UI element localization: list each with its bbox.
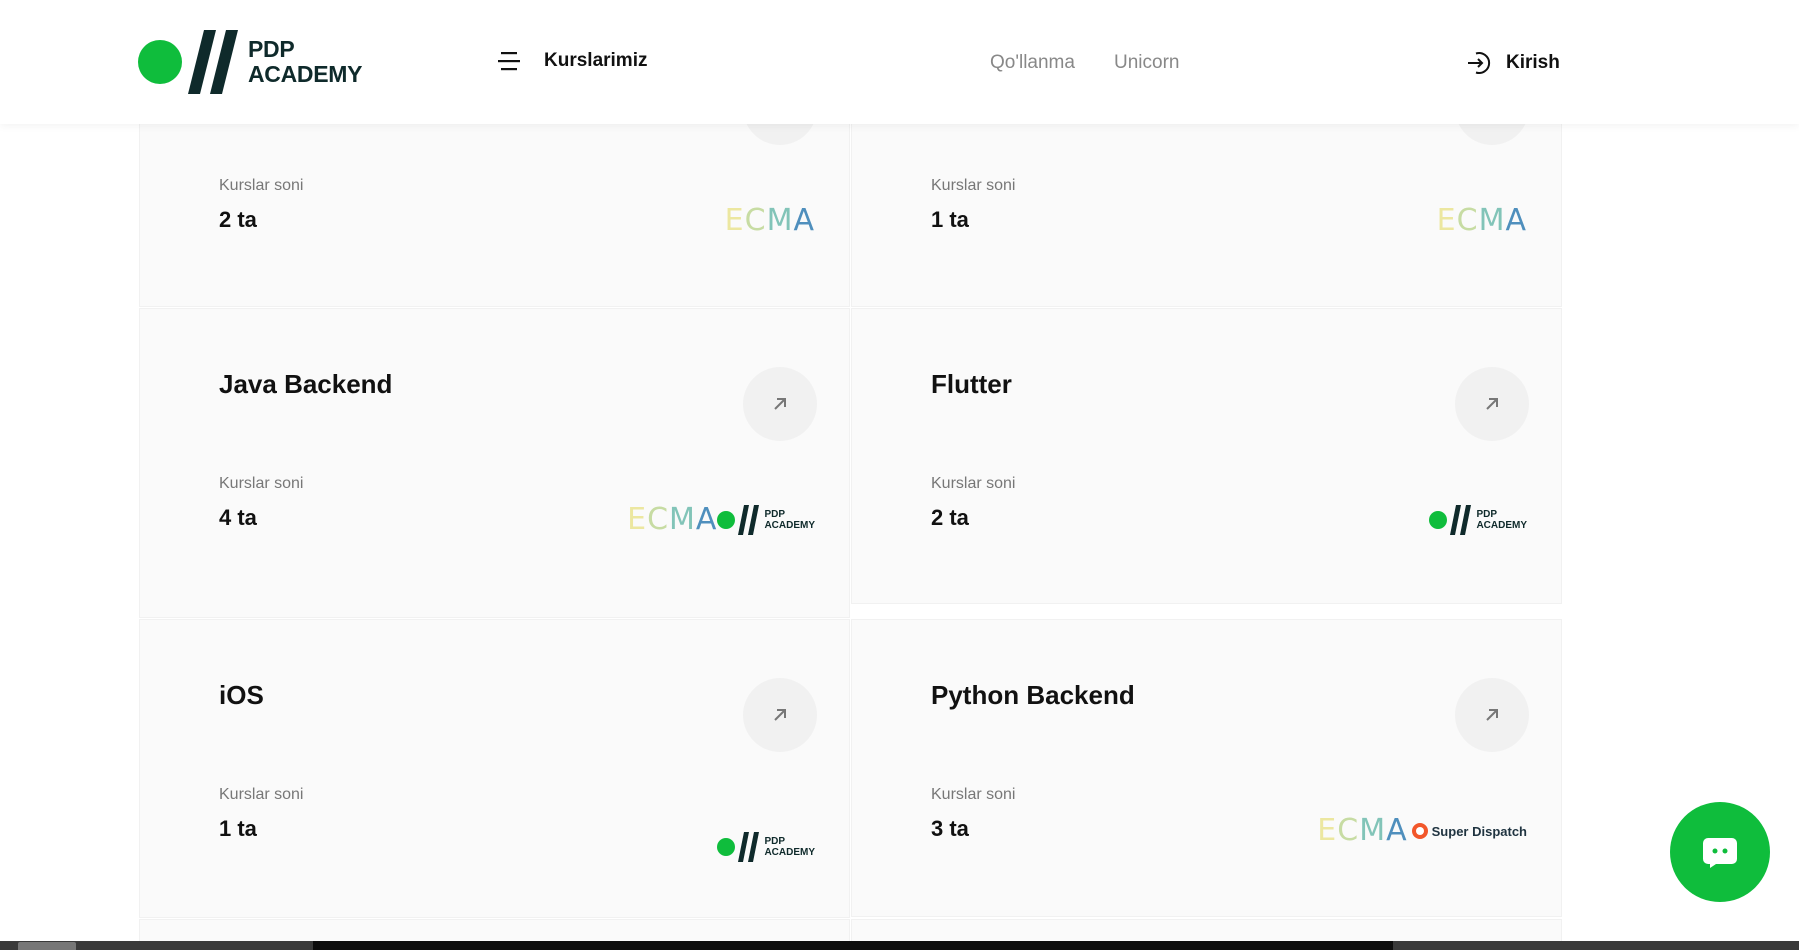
nav-link-unicorn[interactable]: Unicorn (1114, 52, 1179, 74)
logo-text: PDP ACADEMY (248, 36, 363, 87)
nav-link-guide[interactable]: Qo'llanma (990, 52, 1075, 74)
course-count-label: Kurslar soni (219, 475, 304, 492)
ecma-logo: ECMA (627, 502, 718, 537)
super-dispatch-pin-icon (1411, 823, 1428, 839)
bottom-strip (0, 941, 1799, 950)
course-card-flutter[interactable]: Flutter Kurslar soni 2 ta PDP ACADEMY (851, 308, 1562, 604)
super-dispatch-logo: Super Dispatch (1411, 823, 1527, 839)
hamburger-icon (498, 52, 520, 71)
open-course-button[interactable] (1455, 367, 1529, 441)
pdp-academy-logo: PDP ACADEMY (717, 505, 815, 535)
login-label: Kirish (1506, 52, 1560, 73)
course-title: Flutter (931, 369, 1012, 399)
course-count-label: Kurslar soni (931, 475, 1016, 492)
login-arrow-icon (1468, 52, 1491, 74)
courses-menu-button[interactable]: Kurslarimiz (498, 50, 647, 72)
partner-logos: ECMA Super Dispatch (1317, 816, 1527, 846)
site-header: PDP ACADEMY Kurslarimiz Qo'llanma Unicor… (0, 0, 1799, 124)
partner-logos: ECMA PDP ACADEMY (627, 505, 815, 535)
pdp-academy-logo: PDP ACADEMY (1429, 505, 1527, 535)
course-card-java-backend[interactable]: Java Backend Kurslar soni 4 ta ECMA PDP A… (139, 308, 850, 618)
course-card-python-backend[interactable]: Python Backend Kurslar soni 3 ta ECMA Su… (851, 619, 1562, 917)
arrow-up-right-icon (774, 398, 786, 410)
course-count: 4 ta (219, 505, 257, 530)
course-count: 2 ta (219, 207, 257, 232)
course-title: Python Backend (931, 680, 1135, 710)
login-button[interactable]: Kirish (1466, 50, 1560, 76)
ecma-logo: ECMA (724, 203, 815, 238)
course-count-label: Kurslar soni (931, 786, 1016, 803)
course-count: 2 ta (931, 505, 969, 530)
pdp-academy-logo: PDP ACADEMY (717, 832, 815, 862)
courses-menu-label: Kurslarimiz (544, 50, 648, 71)
course-count: 1 ta (219, 816, 257, 841)
partner-logos: ECMA (725, 206, 815, 236)
arrow-up-right-icon (1486, 398, 1498, 410)
partner-logos: PDP ACADEMY (1429, 505, 1527, 535)
pdp-academy-logo[interactable]: PDP ACADEMY (138, 30, 362, 94)
course-count-label: Kurslar soni (931, 177, 1016, 194)
course-grid: Kurslar soni 2 ta ECMA Kurslar soni 1 ta… (139, 0, 1564, 950)
arrow-up-right-icon (1486, 709, 1498, 721)
course-count: 1 ta (931, 207, 969, 232)
ecma-logo: ECMA (1317, 813, 1408, 848)
chat-bubble-icon (1703, 838, 1737, 868)
logo-dot (138, 40, 182, 84)
partner-logos: PDP ACADEMY (717, 832, 815, 862)
partner-logos: ECMA (1437, 206, 1527, 236)
open-course-button[interactable] (743, 367, 817, 441)
chat-button[interactable] (1670, 802, 1770, 902)
course-card-ios[interactable]: iOS Kurslar soni 1 ta PDP ACADEMY (139, 619, 850, 918)
open-course-button[interactable] (743, 678, 817, 752)
arrow-up-right-icon (774, 709, 786, 721)
logo-bars-icon (188, 30, 238, 94)
course-count-label: Kurslar soni (219, 177, 304, 194)
course-title: iOS (219, 680, 264, 710)
open-course-button[interactable] (1455, 678, 1529, 752)
course-count-label: Kurslar soni (219, 786, 304, 803)
course-title: Java Backend (219, 369, 393, 399)
course-count: 3 ta (931, 816, 969, 841)
ecma-logo: ECMA (1436, 203, 1527, 238)
